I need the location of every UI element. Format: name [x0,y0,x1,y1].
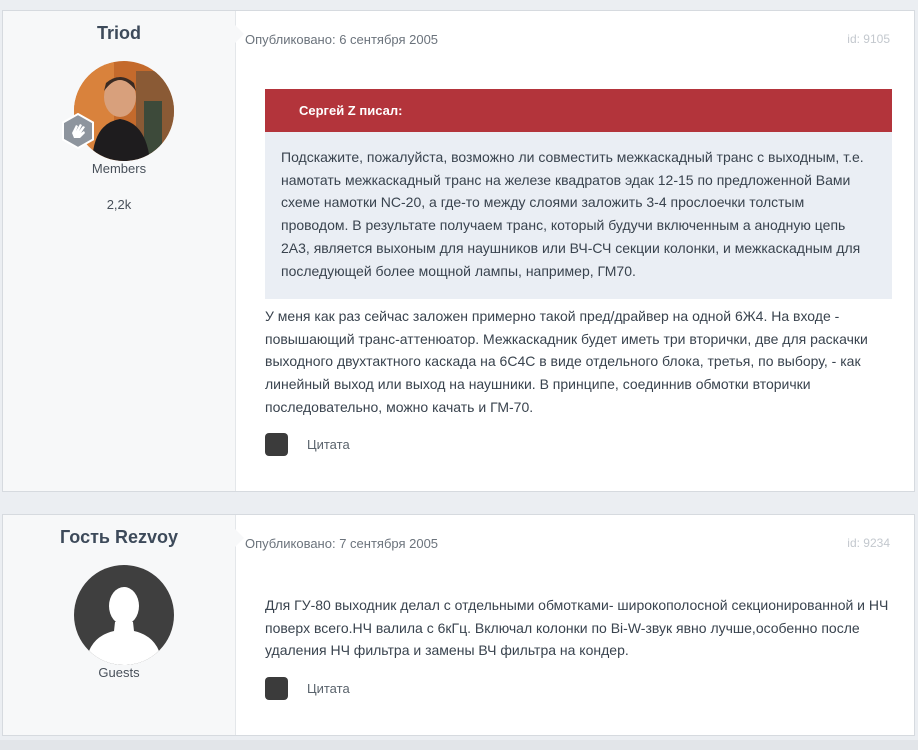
author-name[interactable]: Triod [3,23,235,44]
hand-badge-icon [60,112,96,150]
author-panel: Triod Members 2,2k [3,11,244,491]
published-date[interactable]: Опубликовано: 7 сентября 2005 [245,536,438,551]
quote-button[interactable]: Цитата [265,677,350,700]
author-name: Гость Rezvoy [60,527,178,547]
quote-block: Сергей Z писал: Подскажите, пожалуйста, … [265,89,892,300]
published-date[interactable]: Опубликовано: 6 сентября 2005 [245,32,438,47]
quote-button-label: Цитата [307,437,350,452]
quote-icon [265,433,288,456]
post-text: У меня как раз сейчас заложен примерно т… [265,308,868,415]
quote-icon [265,677,288,700]
post-count: 2,2k [106,197,132,212]
quote-text: Подскажите, пожалуйста, возможно ли совм… [281,149,864,279]
author-role: Guests [98,665,140,680]
quote-button-label: Цитата [307,681,350,696]
author-panel: Гость Rezvoy Guests [3,515,244,735]
author-role: Members [91,161,147,176]
quote-header: Сергей Z писал: [265,89,892,132]
quote-button[interactable]: Цитата [265,433,350,456]
guest-silhouette-icon [74,565,174,665]
post-9105: Triod Members 2,2k Опубликовано: 6 сентя… [2,10,915,492]
post-text: Для ГУ-80 выходник делал с отдельными об… [265,597,889,659]
post-id[interactable]: id: 9105 [847,32,890,46]
post-id[interactable]: id: 9234 [847,536,890,550]
post-9234: Гость Rezvoy Guests Опубликовано: 7 сент… [2,514,915,736]
next-post-edge [0,740,918,750]
